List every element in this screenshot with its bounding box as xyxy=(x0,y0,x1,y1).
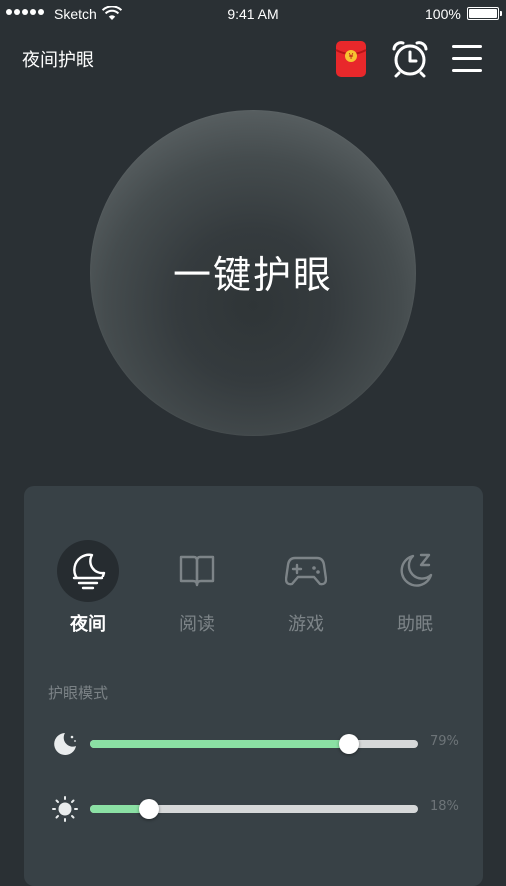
battery-percent: 100% xyxy=(425,6,461,22)
one-tap-eye-care-button[interactable]: 一键护眼 xyxy=(90,110,416,436)
filter-slider-fill xyxy=(90,740,350,748)
page-title: 夜间护眼 xyxy=(22,50,94,71)
brightness-slider[interactable] xyxy=(90,799,418,819)
menu-icon[interactable] xyxy=(451,44,483,74)
one-tap-eye-care-label: 一键护眼 xyxy=(172,252,333,297)
mode-label-reading: 阅读 xyxy=(179,614,215,635)
filter-slider-thumb[interactable] xyxy=(339,734,360,754)
mode-panel: 夜间 阅读 游戏 助眠 护眼模式 79% 18% xyxy=(24,486,483,886)
night-icon xyxy=(70,553,106,591)
mode-label-gaming: 游戏 xyxy=(288,614,324,635)
mode-night[interactable]: 夜间 xyxy=(57,540,119,636)
svg-text:¥: ¥ xyxy=(348,52,353,61)
battery-icon xyxy=(467,7,502,20)
filter-slider[interactable] xyxy=(90,734,418,754)
sun-icon xyxy=(52,796,78,822)
mode-reading[interactable]: 阅读 xyxy=(166,540,228,636)
filter-slider-percent: 79% xyxy=(430,734,459,749)
mode-label-sleep: 助眠 xyxy=(397,614,433,635)
gamepad-icon xyxy=(285,556,327,586)
brightness-slider-thumb[interactable] xyxy=(139,799,160,819)
book-icon xyxy=(179,555,215,587)
mode-sleep[interactable]: 助眠 xyxy=(384,540,446,636)
moon-icon xyxy=(54,733,76,755)
status-bar: Sketch 9:41 AM 100% xyxy=(0,0,506,30)
mode-gaming[interactable]: 游戏 xyxy=(275,540,337,636)
filter-slider-row: 79% xyxy=(24,728,483,758)
alarm-clock-icon[interactable] xyxy=(391,40,429,78)
mode-label-night: 夜间 xyxy=(70,614,106,635)
brightness-slider-row: 18% xyxy=(24,793,483,823)
sleep-icon xyxy=(400,553,433,587)
eye-mode-section-label: 护眼模式 xyxy=(48,684,109,702)
red-packet-icon[interactable]: ¥ xyxy=(335,40,367,78)
brightness-slider-percent: 18% xyxy=(430,799,459,814)
